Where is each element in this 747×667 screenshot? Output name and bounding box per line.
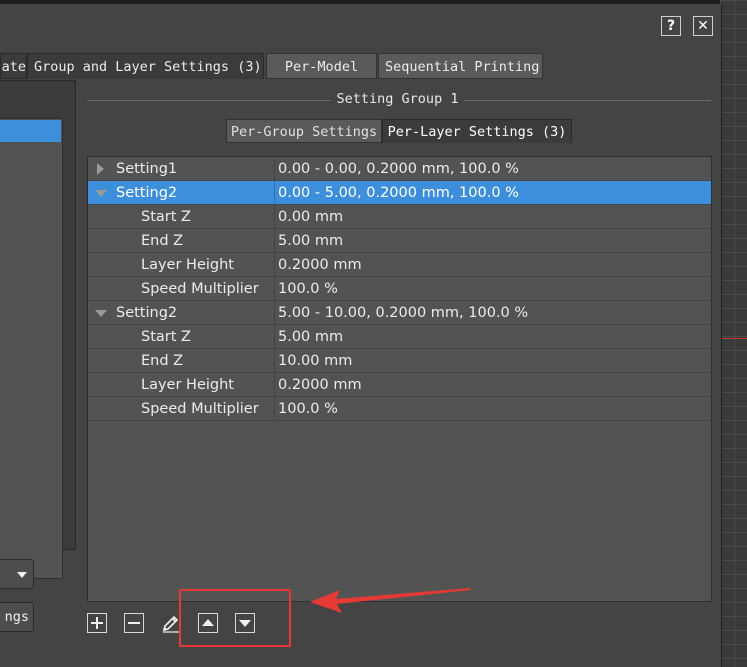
setting-value[interactable]: 5.00 mm bbox=[278, 325, 708, 349]
setting-name: Setting2 bbox=[116, 305, 178, 321]
tab-per-group-settings[interactable]: Per-Group Settings bbox=[226, 119, 382, 143]
setting-value[interactable]: 10.00 mm bbox=[278, 349, 708, 373]
move-up-button[interactable] bbox=[198, 613, 218, 633]
table-row[interactable]: Start Z 5.00 mm bbox=[88, 325, 711, 349]
group-divider-left bbox=[87, 100, 331, 101]
setting-name: End Z bbox=[141, 353, 184, 369]
group-divider-right bbox=[464, 100, 711, 101]
pencil-icon bbox=[162, 615, 179, 633]
setting-name: Start Z bbox=[141, 329, 191, 345]
setting-name: Layer Height bbox=[141, 257, 234, 273]
help-button[interactable]: ? bbox=[661, 16, 681, 36]
setting-value: 5.00 - 10.00, 0.2000 mm, 100.0 % bbox=[278, 305, 529, 321]
setting-name: Layer Height bbox=[141, 377, 234, 393]
tab-per-layer-settings[interactable]: Per-Layer Settings (3) bbox=[382, 119, 572, 143]
table-row[interactable]: Layer Height 0.2000 mm bbox=[88, 253, 711, 277]
setting-value[interactable]: 0.00 mm bbox=[278, 205, 708, 229]
table-row[interactable]: Speed Multiplier 100.0 % bbox=[88, 277, 711, 301]
table-row-selected[interactable]: Setting2 0.00 - 5.00, 0.2000 mm, 100.0 % bbox=[88, 181, 711, 205]
table-row[interactable]: Speed Multiplier 100.0 % bbox=[88, 397, 711, 421]
add-setting-button[interactable] bbox=[87, 613, 107, 633]
table-row[interactable]: End Z 5.00 mm bbox=[88, 229, 711, 253]
collapse-arrow-icon[interactable] bbox=[95, 190, 107, 197]
setting-name: Setting1 bbox=[116, 161, 178, 177]
group-list-selected-item[interactable] bbox=[0, 120, 61, 142]
edit-setting-button[interactable] bbox=[161, 613, 181, 633]
setting-name: End Z bbox=[141, 233, 184, 249]
setting-name: Start Z bbox=[141, 209, 191, 225]
setting-value: 0.00 - 0.00, 0.2000 mm, 100.0 % bbox=[278, 161, 519, 177]
group-dropdown[interactable] bbox=[0, 559, 34, 589]
axis-line bbox=[720, 338, 747, 339]
table-row[interactable]: Layer Height 0.2000 mm bbox=[88, 373, 711, 397]
setting-value[interactable]: 5.00 mm bbox=[278, 229, 708, 253]
setting-value[interactable]: 100.0 % bbox=[278, 397, 708, 421]
table-row[interactable]: End Z 10.00 mm bbox=[88, 349, 711, 373]
setting-name: Speed Multiplier bbox=[141, 401, 259, 417]
settings-dialog: ? ✕ ate Group and Layer Settings (3) Per… bbox=[0, 4, 722, 667]
group-list[interactable] bbox=[0, 118, 63, 579]
table-row[interactable]: Setting1 0.00 - 0.00, 0.2000 mm, 100.0 % bbox=[88, 157, 711, 181]
table-row[interactable]: Start Z 0.00 mm bbox=[88, 205, 711, 229]
setting-name: Speed Multiplier bbox=[141, 281, 259, 297]
move-down-button[interactable] bbox=[235, 613, 255, 633]
setting-name: Setting2 bbox=[116, 185, 178, 201]
table-row[interactable]: Setting2 5.00 - 10.00, 0.2000 mm, 100.0 … bbox=[88, 301, 711, 325]
tab-template[interactable]: ate bbox=[0, 53, 27, 79]
setting-value[interactable]: 100.0 % bbox=[278, 277, 708, 301]
settings-table: Setting1 0.00 - 0.00, 0.2000 mm, 100.0 %… bbox=[87, 156, 712, 602]
tab-group-and-layer-settings[interactable]: Group and Layer Settings (3) bbox=[27, 53, 264, 79]
tab-sequential-printing[interactable]: Sequential Printing bbox=[378, 53, 543, 79]
settings-button[interactable]: ngs bbox=[0, 602, 34, 632]
tab-per-model[interactable]: Per-Model bbox=[266, 53, 377, 79]
chevron-down-icon bbox=[17, 572, 27, 578]
3d-viewport bbox=[720, 0, 747, 667]
setting-group-title: Setting Group 1 bbox=[336, 91, 459, 107]
collapse-arrow-icon[interactable] bbox=[95, 310, 107, 317]
remove-setting-button[interactable] bbox=[124, 613, 144, 633]
expand-arrow-icon[interactable] bbox=[97, 163, 104, 175]
setting-value: 0.00 - 5.00, 0.2000 mm, 100.0 % bbox=[278, 185, 519, 201]
setting-value[interactable]: 0.2000 mm bbox=[278, 373, 708, 397]
setting-value[interactable]: 0.2000 mm bbox=[278, 253, 708, 277]
close-button[interactable]: ✕ bbox=[693, 16, 713, 36]
